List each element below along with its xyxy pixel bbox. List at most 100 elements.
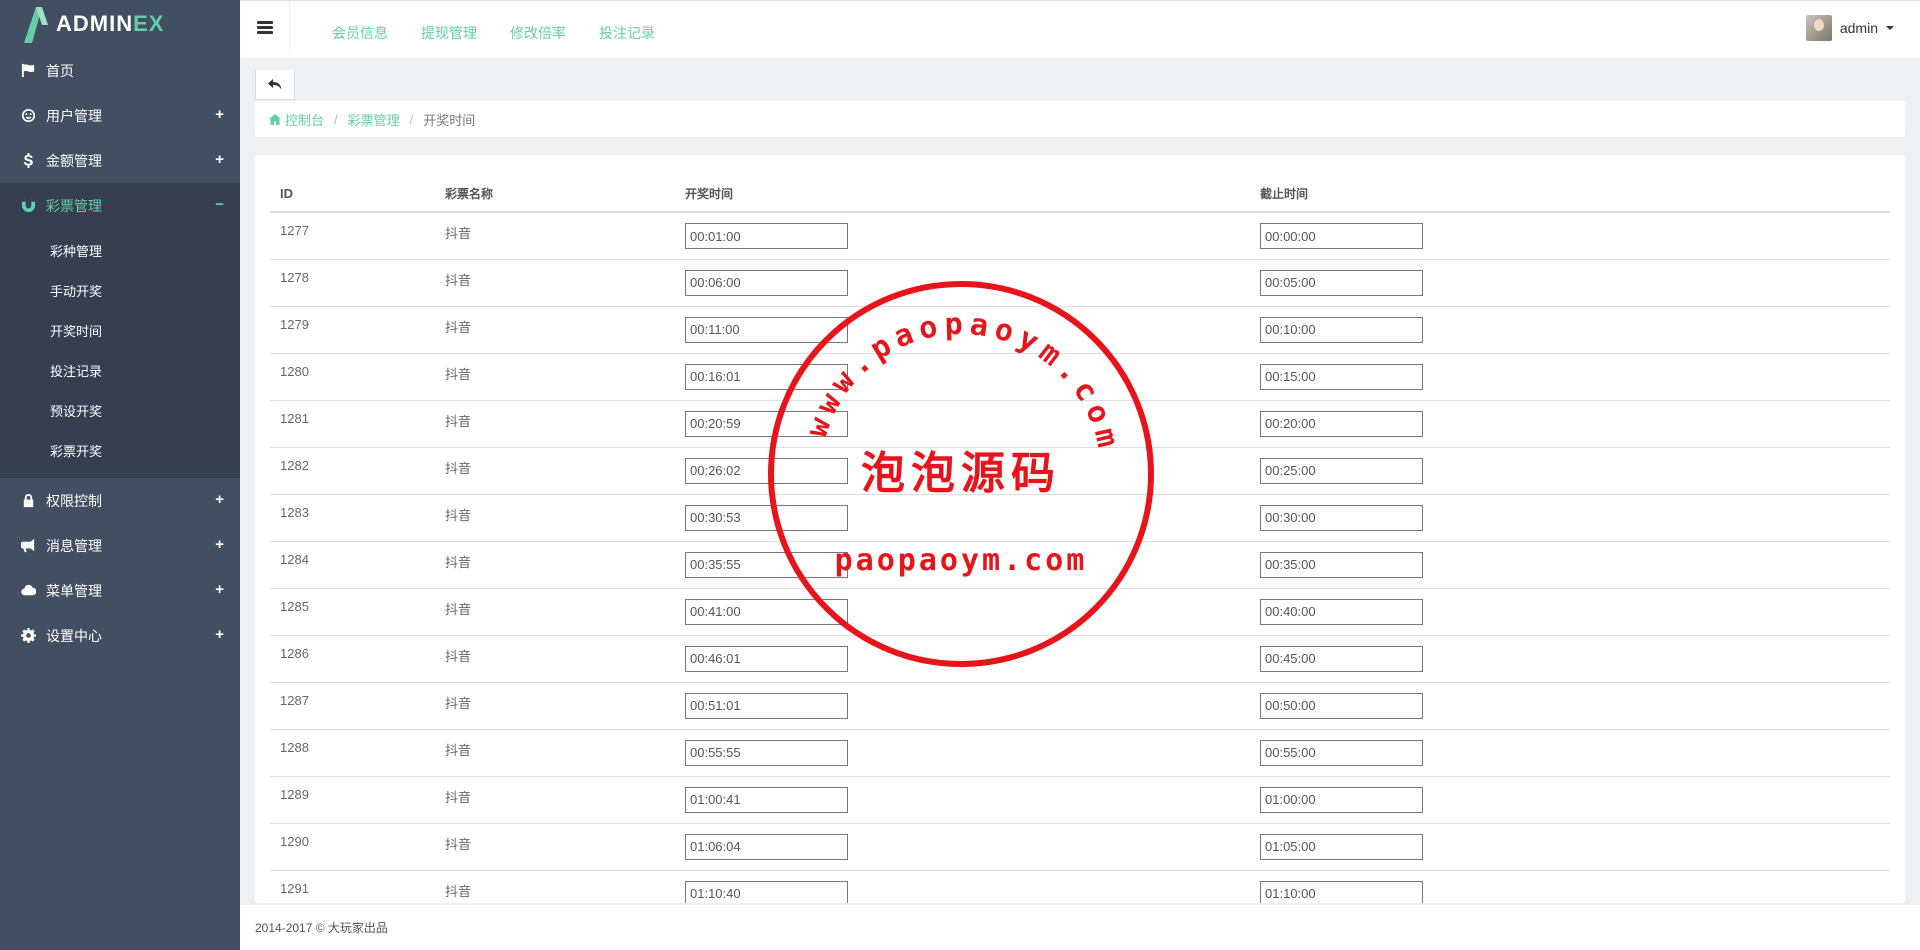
breadcrumb-section[interactable]: 彩票管理 <box>348 110 400 129</box>
close-time-input[interactable] <box>1260 880 1423 903</box>
cell-lottery-name: 抖音 <box>435 212 675 260</box>
close-time-input[interactable] <box>1260 457 1423 484</box>
column-header-open-time: 开奖时间 <box>675 175 1250 213</box>
table-row: 1284 抖音 <box>270 541 1890 589</box>
cell-open-time <box>675 447 1250 495</box>
submenu-item-preset-draw[interactable]: 预设开奖 <box>0 392 240 432</box>
open-time-input[interactable] <box>685 504 848 531</box>
sidebar-item-users[interactable]: 用户管理 + <box>0 93 240 138</box>
close-time-input[interactable] <box>1260 692 1423 719</box>
cell-close-time <box>1250 259 1890 307</box>
close-time-input[interactable] <box>1260 223 1423 249</box>
open-time-input[interactable] <box>685 645 848 672</box>
cell-close-time <box>1250 353 1890 401</box>
close-time-input[interactable] <box>1260 269 1423 296</box>
close-time-input[interactable] <box>1260 316 1423 343</box>
cell-close-time <box>1250 306 1890 354</box>
open-time-input[interactable] <box>685 880 848 903</box>
table-row: 1288 抖音 <box>270 729 1890 777</box>
draw-time-table: ID 彩票名称 开奖时间 截止时间 1277抖音1278抖音1279抖音1280… <box>270 175 1890 903</box>
submenu-item-manual-draw[interactable]: 手动开奖 <box>0 272 240 312</box>
logo[interactable]: ADMINEX <box>0 0 240 48</box>
cell-open-time <box>675 823 1250 871</box>
cell-open-time <box>675 776 1250 824</box>
cell-lottery-name: 抖音 <box>435 259 675 307</box>
close-time-input[interactable] <box>1260 363 1423 390</box>
cell-id: 1282 <box>270 447 435 495</box>
close-time-input[interactable] <box>1260 786 1423 813</box>
submenu-item-bet-records[interactable]: 投注记录 <box>0 352 240 392</box>
close-time-input[interactable] <box>1260 833 1423 860</box>
close-time-input[interactable] <box>1260 645 1423 672</box>
close-time-input[interactable] <box>1260 410 1423 437</box>
close-time-input[interactable] <box>1260 598 1423 625</box>
cell-open-time <box>675 259 1250 307</box>
breadcrumb-current: 开奖时间 <box>423 112 476 128</box>
cell-lottery-name: 抖音 <box>435 776 675 824</box>
cell-lottery-name: 抖音 <box>435 447 675 495</box>
nav-link-bet-records[interactable]: 投注记录 <box>599 23 655 43</box>
table-row: 1287 抖音 <box>270 682 1890 730</box>
sidebar-item-permissions[interactable]: 权限控制 + <box>0 478 240 523</box>
nav-link-member-info[interactable]: 会员信息 <box>332 23 388 43</box>
breadcrumb: 控制台 / 彩票管理 / 开奖时间 <box>255 101 1905 137</box>
open-time-input[interactable] <box>685 786 848 813</box>
collapse-icon: − <box>215 196 224 213</box>
table-row: 1277 抖音 <box>270 212 1890 260</box>
cell-lottery-name: 抖音 <box>435 729 675 777</box>
submenu-item-lottery-types[interactable]: 彩种管理 <box>0 232 240 272</box>
open-time-input[interactable] <box>685 363 848 390</box>
sidebar-item-menus[interactable]: 菜单管理 + <box>0 568 240 613</box>
cell-id: 1277 <box>270 212 435 260</box>
sidebar-item-home[interactable]: 首页 <box>0 48 240 93</box>
cell-id: 1290 <box>270 823 435 871</box>
menu-toggle-button[interactable] <box>240 1 290 53</box>
user-menu[interactable]: admin <box>1805 15 1894 41</box>
close-time-input[interactable] <box>1260 504 1423 531</box>
sidebar-item-lottery[interactable]: 彩票管理 − <box>0 183 240 228</box>
lock-icon <box>20 493 36 509</box>
cell-id: 1287 <box>270 682 435 730</box>
sidebar-item-settings[interactable]: 设置中心 + <box>0 613 240 658</box>
close-time-input[interactable] <box>1260 739 1423 766</box>
sidebar-item-label: 权限控制 <box>46 492 102 509</box>
nav-link-withdraw[interactable]: 提现管理 <box>421 23 477 43</box>
expand-icon: + <box>215 536 224 553</box>
column-header-close-time: 截止时间 <box>1250 175 1890 213</box>
top-header: 会员信息 提现管理 修改倍率 投注记录 admin <box>240 0 1920 58</box>
cell-id: 1278 <box>270 259 435 307</box>
open-time-input[interactable] <box>685 410 848 437</box>
open-time-input[interactable] <box>685 692 848 719</box>
nav-link-odds[interactable]: 修改倍率 <box>510 23 566 43</box>
open-time-input[interactable] <box>685 316 848 343</box>
sidebar-item-messages[interactable]: 消息管理 + <box>0 523 240 568</box>
logo-icon <box>24 7 48 43</box>
open-time-input[interactable] <box>685 739 848 766</box>
open-time-input[interactable] <box>685 598 848 625</box>
cell-close-time <box>1250 682 1890 730</box>
close-time-input[interactable] <box>1260 551 1423 578</box>
sidebar-nav-lower: 权限控制 + 消息管理 + 菜单管理 + 设置中心 + <box>0 478 240 658</box>
open-time-input[interactable] <box>685 833 848 860</box>
table-row: 1285 抖音 <box>270 588 1890 636</box>
open-time-input[interactable] <box>685 551 848 578</box>
cell-close-time <box>1250 212 1890 260</box>
back-button[interactable] <box>255 70 295 100</box>
cell-id: 1289 <box>270 776 435 824</box>
open-time-input[interactable] <box>685 223 848 249</box>
sidebar: ADMINEX 首页 用户管理 + 金额管理 + 彩票管理 − 彩种管理 手动开… <box>0 0 240 950</box>
breadcrumb-home[interactable]: 控制台 <box>285 110 324 129</box>
open-time-input[interactable] <box>685 269 848 296</box>
submenu-item-draw-time[interactable]: 开奖时间 <box>0 312 240 352</box>
submenu-item-lottery-draw[interactable]: 彩票开奖 <box>0 432 240 472</box>
cloud-icon <box>20 583 36 599</box>
cell-id: 1285 <box>270 588 435 636</box>
open-time-input[interactable] <box>685 457 848 484</box>
cell-lottery-name: 抖音 <box>435 494 675 542</box>
expand-icon: + <box>215 106 224 123</box>
avatar <box>1805 15 1832 41</box>
logo-text: ADMINEX <box>56 11 165 36</box>
table-row: 1280 抖音 <box>270 353 1890 401</box>
sidebar-item-money[interactable]: 金额管理 + <box>0 138 240 183</box>
table-row: 1289 抖音 <box>270 776 1890 824</box>
